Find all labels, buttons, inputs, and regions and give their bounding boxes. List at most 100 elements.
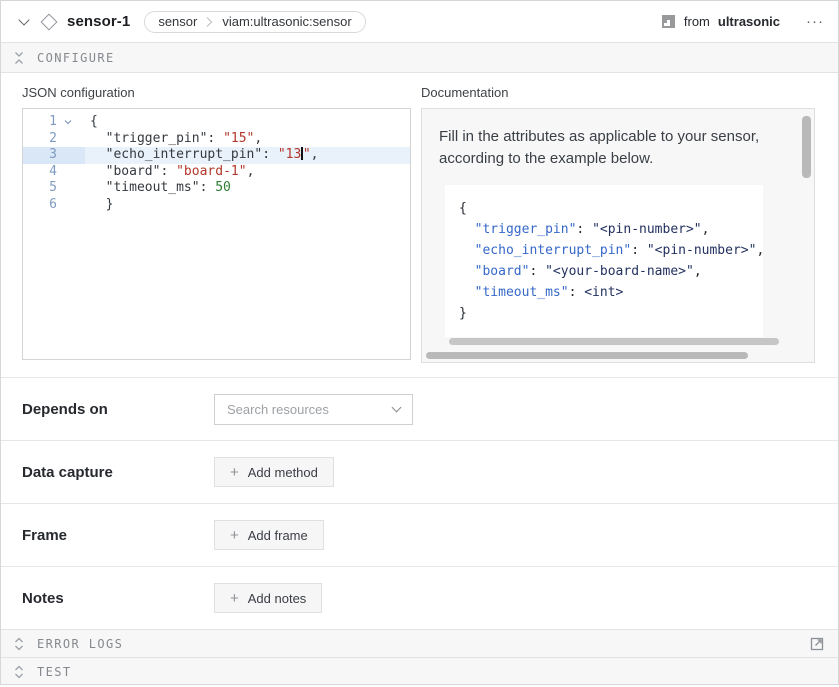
collapse-chevron-icon[interactable] [15,13,33,31]
editor-gutter: 4 [23,164,85,181]
documentation-label: Documentation [421,85,815,100]
open-in-new-icon[interactable] [810,636,825,651]
fold-chevron-icon[interactable] [57,180,79,197]
line-number: 5 [23,180,57,197]
code-token: : [529,264,545,279]
editor-line[interactable]: 1 { [23,114,410,131]
editor-gutter: 6 [23,197,85,214]
line-number: 6 [23,197,57,214]
editor-line[interactable]: 4 "board": "board-1", [23,164,410,181]
fold-chevron-icon[interactable] [57,147,79,164]
frame-add-button[interactable]: + Add frame [214,520,324,550]
code-text: "trigger_pin": "15", [85,131,262,148]
code-token: "<pin-number>" [592,222,702,237]
doc-code-line: "trigger_pin": "<pin-number>", [459,219,763,240]
code-token: "15" [223,131,254,146]
code-token: : [262,147,278,162]
data-capture-add-button[interactable]: + Add method [214,457,334,487]
code-token [459,222,475,237]
code-token: <int> [584,285,623,300]
code-token: : [631,243,647,258]
code-token: : [569,285,585,300]
editor-line[interactable]: 6 } [23,197,410,214]
code-token: "timeout_ms" [475,285,569,300]
frame-label: Frame [22,527,214,544]
editor-lines: 1 { 2 "trigger_pin": "15", 3 "echo_inter… [23,114,410,213]
documentation-code-block: { "trigger_pin": "<pin-number>", "echo_i… [445,185,763,337]
component-name: sensor-1 [67,13,130,30]
line-number: 3 [23,147,57,164]
configure-bar[interactable]: CONFIGURE [1,42,838,73]
depends-on-section: Depends on Search resources [1,377,838,440]
line-number: 1 [23,114,57,131]
code-text: { [85,114,98,131]
code-token: , [702,222,710,237]
panel-horizontal-scrollbar[interactable] [426,352,748,359]
error-logs-bar[interactable]: ERROR LOGS [1,629,838,657]
code-text: "timeout_ms": 50 [85,180,231,197]
component-model: viam:ultrasonic:sensor [222,14,351,29]
code-token [90,180,106,195]
documentation-intro: Fill in the attributes as applicable to … [439,126,790,170]
code-token: "trigger_pin" [106,131,208,146]
code-token: , [311,147,319,162]
component-type-pill: sensor viam:ultrasonic:sensor [144,11,365,33]
notes-section: Notes + Add notes [1,566,838,629]
code-token: "trigger_pin" [475,222,577,237]
component-type: sensor [158,14,197,29]
data-capture-section: Data capture + Add method [1,440,838,503]
code-text: } [85,197,113,214]
fold-chevron-icon[interactable] [57,197,79,214]
code-token: "<pin-number>" [647,243,757,258]
doc-code-line: "board": "<your-board-name>", [459,261,763,282]
expand-icon[interactable] [14,664,24,680]
editor-gutter: 5 [23,180,85,197]
overflow-menu-icon[interactable]: ··· [806,14,824,29]
editor-line[interactable]: 2 "trigger_pin": "15", [23,131,410,148]
code-token: : [200,180,216,195]
editor-line[interactable]: 5 "timeout_ms": 50 [23,180,410,197]
code-token: "13 [278,147,301,162]
plus-icon: + [230,528,239,543]
module-source: from ultrasonic [661,14,780,29]
code-token: , [254,131,262,146]
code-token: "echo_interrupt_pin" [106,147,263,162]
editor-gutter: 1 [23,114,85,131]
code-horizontal-scrollbar[interactable] [449,338,779,345]
component-card: sensor-1 sensor viam:ultrasonic:sensor f… [0,0,839,685]
frame-section: Frame + Add frame [1,503,838,566]
component-diamond-icon [41,13,58,30]
editor-line[interactable]: 3 "echo_interrupt_pin": "13", [23,147,410,164]
add-button-label: Add notes [248,591,307,606]
depends-on-label: Depends on [22,401,214,418]
code-token [90,131,106,146]
fold-chevron-icon[interactable] [57,131,79,148]
code-token [90,147,106,162]
code-token: " [303,147,311,162]
depends-on-select[interactable]: Search resources [214,394,413,425]
code-token: , [247,164,255,179]
code-token: } [106,197,114,212]
from-label: from [684,14,710,29]
code-token [459,243,475,258]
collapse-icon[interactable] [14,50,24,66]
expand-icon[interactable] [14,636,24,652]
panel-vertical-scrollbar[interactable] [802,116,811,178]
code-token [90,164,106,179]
doc-code-line: } [459,303,763,324]
test-bar[interactable]: TEST [1,657,838,685]
fold-chevron-icon[interactable] [57,114,79,131]
json-editor[interactable]: 1 { 2 "trigger_pin": "15", 3 "echo_inter… [22,108,411,360]
line-number: 2 [23,131,57,148]
code-token: "timeout_ms" [106,180,200,195]
add-button-label: Add method [248,465,318,480]
footer-bar-label: TEST [37,665,72,679]
fold-chevron-icon[interactable] [57,164,79,181]
select-placeholder: Search resources [227,402,393,417]
code-token: "board-1" [176,164,246,179]
documentation-panel: Fill in the attributes as applicable to … [421,108,815,363]
configure-body: JSON configuration 1 { 2 "trigger_pin": … [1,73,838,377]
notes-add-button[interactable]: + Add notes [214,583,322,613]
module-name: ultrasonic [718,14,780,29]
plus-icon: + [230,465,239,480]
